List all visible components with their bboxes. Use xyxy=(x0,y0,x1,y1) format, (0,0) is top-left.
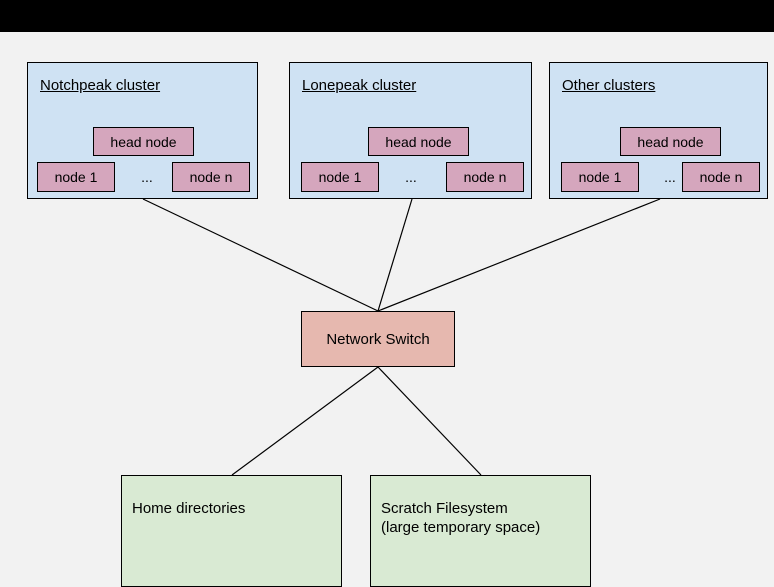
head-node-notchpeak[interactable]: head node xyxy=(93,127,194,156)
storage-label-home: Home directories xyxy=(132,500,246,517)
cluster-title-notchpeak: Notchpeak cluster xyxy=(40,77,161,94)
top-black-bar xyxy=(0,0,774,32)
cluster-title-lonepeak: Lonepeak cluster xyxy=(302,77,417,94)
link-other-to-switch xyxy=(377,198,661,312)
cluster-box-notchpeak[interactable]: Notchpeak cluster head node node 1 ... n… xyxy=(27,62,258,199)
node-n-lonepeak[interactable]: node n xyxy=(446,162,524,192)
head-node-other[interactable]: head node xyxy=(620,127,721,156)
cluster-box-other[interactable]: Other clusters head node node 1 ... node… xyxy=(549,62,768,199)
link-switch-to-home xyxy=(231,366,379,476)
node-n-other[interactable]: node n xyxy=(682,162,760,192)
node-ellipsis-lonepeak: ... xyxy=(405,169,417,185)
cluster-title-other: Other clusters xyxy=(562,77,656,94)
head-node-lonepeak[interactable]: head node xyxy=(368,127,469,156)
node-n-notchpeak[interactable]: node n xyxy=(172,162,250,192)
node-1-notchpeak[interactable]: node 1 xyxy=(37,162,115,192)
network-switch-box[interactable]: Network Switch xyxy=(301,311,455,367)
link-lonepeak-to-switch xyxy=(377,198,413,312)
node-1-other[interactable]: node 1 xyxy=(561,162,639,192)
storage-box-scratch[interactable]: Scratch Filesystem (large temporary spac… xyxy=(370,475,591,587)
node-ellipsis-notchpeak: ... xyxy=(141,169,153,185)
node-1-lonepeak[interactable]: node 1 xyxy=(301,162,379,192)
storage-label-scratch: Scratch Filesystem (large temporary spac… xyxy=(381,500,541,536)
storage-box-home[interactable]: Home directories xyxy=(121,475,342,587)
cluster-box-lonepeak[interactable]: Lonepeak cluster head node node 1 ... no… xyxy=(289,62,532,199)
network-switch-label: Network Switch xyxy=(326,330,430,348)
diagram-canvas: Notchpeak cluster head node node 1 ... n… xyxy=(0,0,774,587)
link-switch-to-scratch xyxy=(377,366,482,476)
link-notchpeak-to-switch xyxy=(142,198,379,312)
